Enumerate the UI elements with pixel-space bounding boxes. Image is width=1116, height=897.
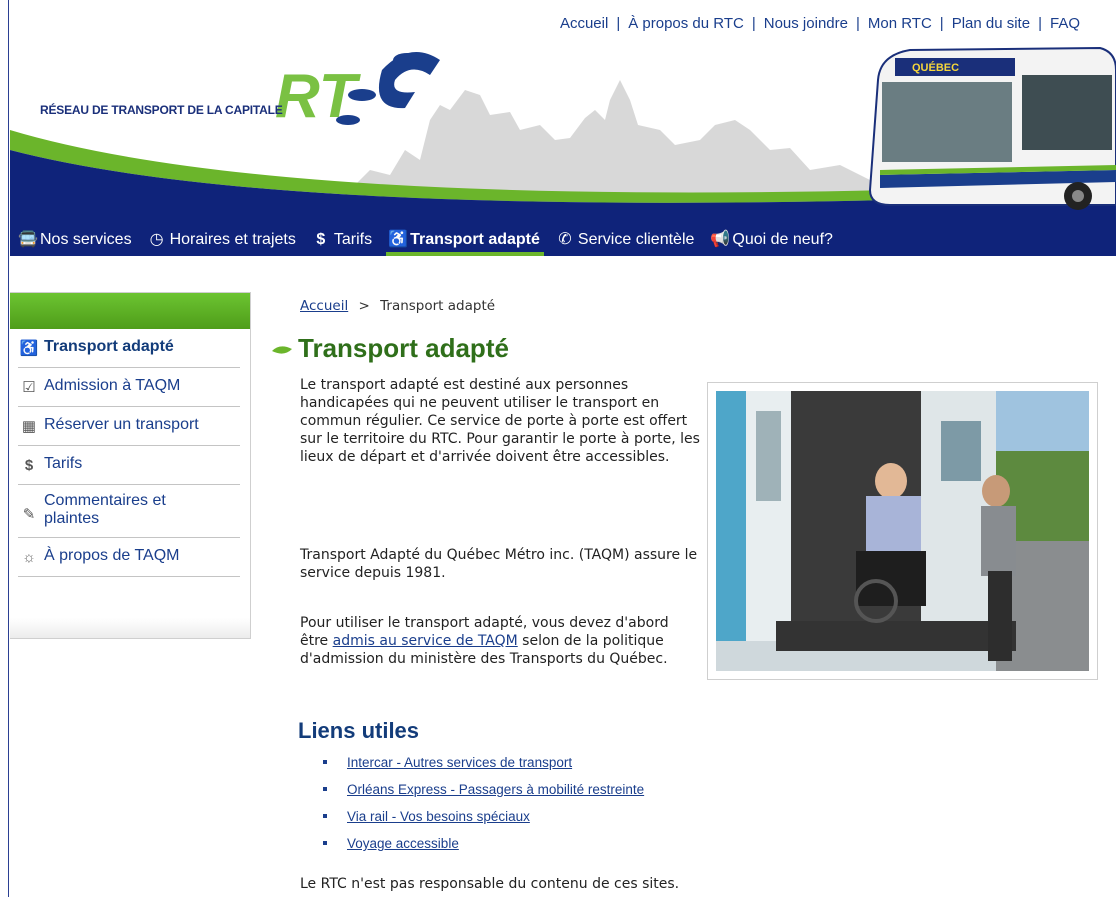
sidebar-item-a-propos-taqm[interactable]: ☼ À propos de TAQM <box>18 538 240 577</box>
sidebar-item-reserver[interactable]: ▦ Réserver un transport <box>18 407 240 446</box>
link-intercar[interactable]: Intercar - Autres services de transport <box>347 755 572 770</box>
sidebar-footer <box>10 618 250 638</box>
bus-image <box>868 46 1116 210</box>
sidebar-item-tarifs[interactable]: $ Tarifs <box>18 446 240 485</box>
link-orleans-express[interactable]: Orléans Express - Passagers à mobilité r… <box>347 782 644 797</box>
top-link-nous-joindre[interactable]: Nous joindre <box>756 15 856 32</box>
bullet-icon <box>323 841 327 845</box>
top-link-faq[interactable]: FAQ <box>1042 15 1088 32</box>
list-item: Via rail - Vos besoins spéciaux <box>320 809 644 836</box>
sidebar-item-label: Commentaires et plaintes <box>44 492 166 527</box>
bullet-icon <box>323 760 327 764</box>
wheelchair-icon: ♿ <box>388 231 408 248</box>
link-voyage-accessible[interactable]: Voyage accessible <box>347 836 459 851</box>
bullet-icon <box>323 814 327 818</box>
nav-label: Nos services <box>40 231 132 248</box>
wheelchair-lift-photo <box>716 391 1089 671</box>
taqm-paragraph: Transport Adapté du Québec Métro inc. (T… <box>300 547 698 581</box>
sidebar-item-label: Transport adapté <box>44 338 174 355</box>
main-nav: 🚍 Nos services ◷ Horaires et trajets $ T… <box>10 224 1116 256</box>
bullet-icon <box>323 787 327 791</box>
useful-links-title: Liens utiles <box>298 718 420 743</box>
svg-text:QUÉBEC: QUÉBEC <box>912 61 959 74</box>
rtc-logo[interactable]: RT <box>275 52 440 131</box>
sidebar: ♿ Transport adapté ☑ Admission à TAQM ▦ … <box>10 292 251 639</box>
org-name: RÉSEAU DE TRANSPORT DE LA CAPITALE <box>40 103 283 117</box>
content-photo <box>707 382 1098 680</box>
nav-item-horaires[interactable]: ◷ Horaires et trajets <box>148 224 296 256</box>
sidebar-item-commentaires[interactable]: ✎ Commentaires et plaintes <box>18 485 240 538</box>
nav-item-service-clientele[interactable]: ✆ Service clientèle <box>556 224 695 256</box>
top-link-mon-rtc[interactable]: Mon RTC <box>860 15 940 32</box>
phone-icon: ✆ <box>558 231 572 248</box>
sidebar-item-label: Réserver un transport <box>44 416 199 433</box>
wheelchair-icon: ♿ <box>19 340 39 357</box>
top-link-accueil[interactable]: Accueil <box>552 15 616 32</box>
page-left-border <box>0 0 9 897</box>
list-item: Orléans Express - Passagers à mobilité r… <box>320 782 644 809</box>
disclaimer-text: Le RTC n'est pas responsable du contenu … <box>300 876 680 892</box>
nav-item-tarifs[interactable]: $ Tarifs <box>312 224 372 256</box>
utility-nav: Accueil | À propos du RTC | Nous joindre… <box>552 15 1088 32</box>
breadcrumb-current: Transport adapté <box>380 298 496 314</box>
page-title: Transport adapté <box>298 333 509 363</box>
nav-item-quoi-de-neuf[interactable]: 📢 Quoi de neuf? <box>710 224 833 256</box>
sidebar-item-admission[interactable]: ☑ Admission à TAQM <box>18 368 240 407</box>
sidebar-item-transport-adapte[interactable]: ♿ Transport adapté <box>18 329 240 368</box>
nav-label: Service clientèle <box>577 231 695 248</box>
calendar-icon: ▦ <box>21 418 37 435</box>
leaf-bullet-icon <box>272 346 292 354</box>
breadcrumb: Accueil > Transport adapté <box>300 298 495 314</box>
nav-item-nos-services[interactable]: 🚍 Nos services <box>18 224 132 256</box>
nav-label: Transport adapté <box>410 231 540 248</box>
checkbox-icon: ☑ <box>22 379 36 396</box>
header-banner-graphic: RT QUÉBEC <box>10 46 1116 224</box>
sidebar-item-label: À propos de TAQM <box>44 547 180 564</box>
bus-icon: 🚍 <box>18 231 38 248</box>
sidebar-item-label: Admission à TAQM <box>44 377 181 394</box>
admission-link[interactable]: admis au service de TAQM <box>333 633 518 649</box>
link-via-rail[interactable]: Via rail - Vos besoins spéciaux <box>347 809 530 824</box>
list-item: Intercar - Autres services de transport <box>320 755 644 782</box>
breadcrumb-home-link[interactable]: Accueil <box>300 298 348 314</box>
dollar-icon: $ <box>24 456 34 474</box>
admission-paragraph: Pour utiliser le transport adapté, vous … <box>300 614 700 668</box>
megaphone-icon: 📢 <box>710 231 731 248</box>
site-header: RT QUÉBEC RÉSEAU DE TRANSPORT DE LA CAPI… <box>10 0 1116 256</box>
sidebar-header-bar <box>10 293 250 329</box>
breadcrumb-separator: > <box>358 298 370 314</box>
nav-label: Tarifs <box>333 231 373 248</box>
nav-label: Quoi de neuf? <box>732 231 833 248</box>
dollar-icon: $ <box>316 231 326 248</box>
taqm-logo-icon: ☼ <box>22 548 36 566</box>
nav-item-transport-adapte[interactable]: ♿ Transport adapté <box>386 224 544 256</box>
clock-icon: ◷ <box>149 231 164 248</box>
sidebar-item-label: Tarifs <box>44 455 83 472</box>
list-item: Voyage accessible <box>320 836 644 863</box>
nav-label: Horaires et trajets <box>169 231 296 248</box>
top-link-plan-du-site[interactable]: Plan du site <box>944 15 1038 32</box>
top-link-a-propos[interactable]: À propos du RTC <box>620 15 752 32</box>
pencil-icon: ✎ <box>22 506 36 523</box>
useful-links-list: Intercar - Autres services de transport … <box>320 755 644 863</box>
intro-paragraph: Le transport adapté est destiné aux pers… <box>300 377 700 465</box>
